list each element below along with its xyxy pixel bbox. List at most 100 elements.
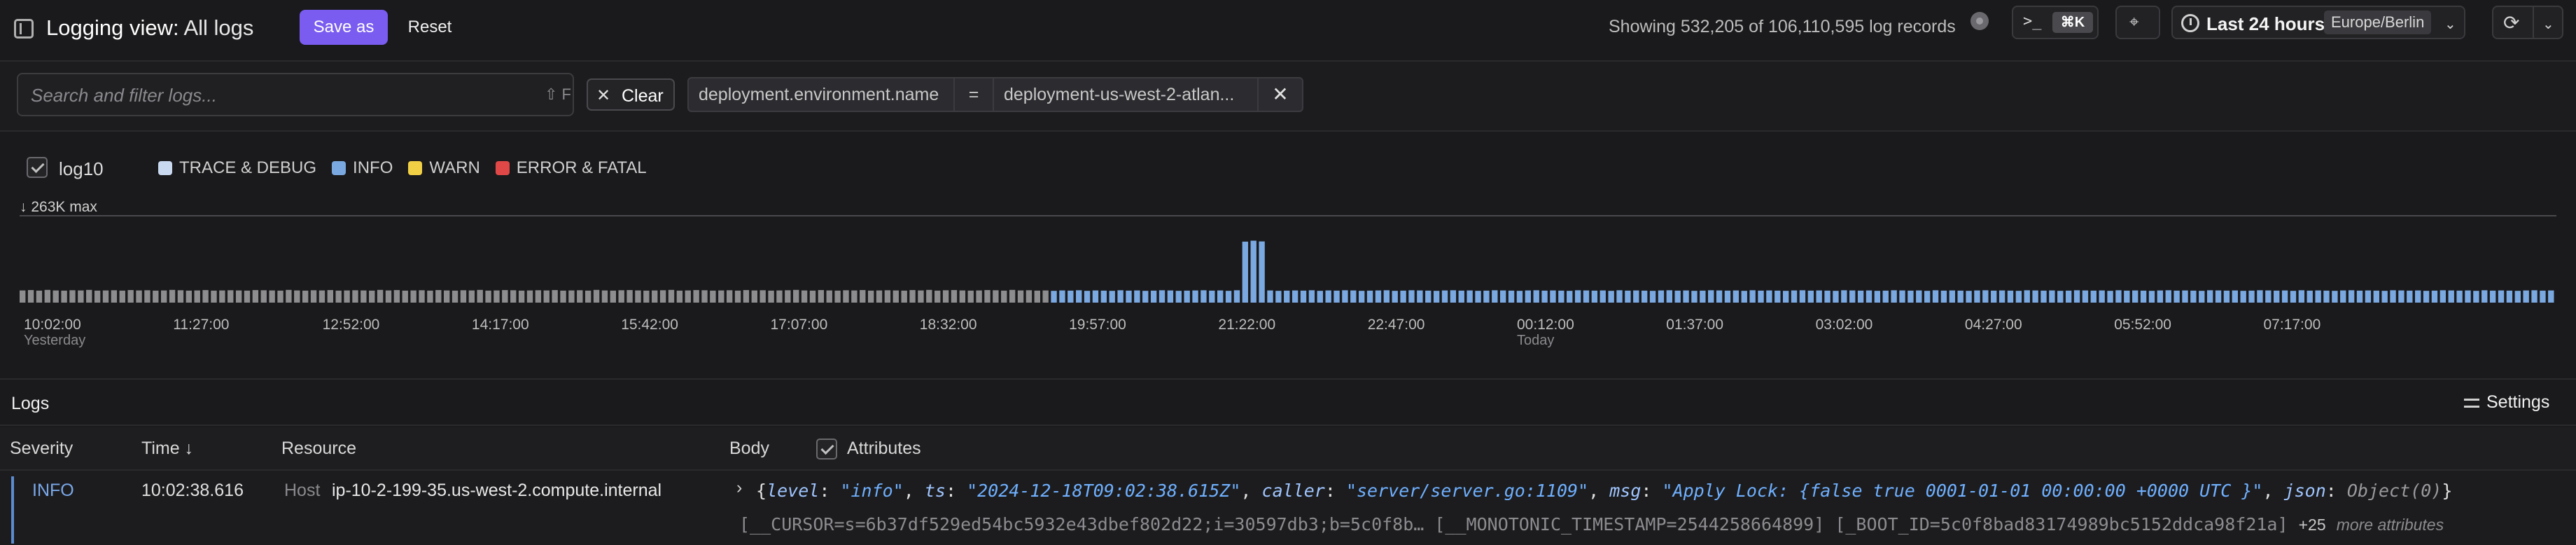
histogram-bar[interactable] (535, 290, 542, 303)
attributes-checkbox[interactable] (816, 439, 837, 460)
histogram-bar[interactable] (543, 290, 550, 303)
histogram-bar[interactable] (510, 290, 517, 303)
histogram-bar[interactable] (1700, 290, 1706, 303)
histogram-bar[interactable] (44, 289, 51, 303)
histogram-bar[interactable] (1292, 290, 1298, 303)
histogram-bar[interactable] (1683, 290, 1689, 303)
histogram-bar[interactable] (94, 290, 101, 303)
histogram-bar[interactable] (926, 289, 932, 303)
histogram-bar[interactable] (2065, 290, 2072, 303)
column-severity[interactable]: Severity (10, 439, 73, 459)
histogram-bar[interactable] (2057, 291, 2064, 303)
histogram-bar[interactable] (402, 290, 408, 303)
log10-checkbox[interactable] (27, 157, 48, 178)
histogram-bar[interactable] (2315, 290, 2321, 303)
histogram-bar[interactable] (1126, 290, 1132, 303)
histogram-bar[interactable] (1541, 290, 1548, 303)
histogram-bar[interactable] (1317, 291, 1323, 303)
histogram-bar[interactable] (277, 290, 284, 303)
histogram-bar[interactable] (1184, 290, 1190, 303)
histogram-bar[interactable] (2531, 290, 2538, 303)
histogram-bar[interactable] (918, 290, 924, 303)
histogram-bar[interactable] (194, 290, 200, 303)
histogram-bar[interactable] (1150, 290, 1157, 303)
histogram-bar[interactable] (1600, 290, 1606, 303)
histogram-bar[interactable] (1325, 290, 1331, 303)
histogram-bar[interactable] (1059, 290, 1065, 303)
histogram-bar[interactable] (2323, 290, 2330, 303)
histogram-bar[interactable] (2265, 290, 2272, 303)
histogram-bar[interactable] (1300, 290, 1307, 303)
histogram-bar[interactable] (1966, 291, 1972, 303)
histogram-bar[interactable] (1533, 290, 1539, 303)
histogram-bar[interactable] (584, 290, 592, 303)
histogram-bar[interactable] (1267, 290, 1273, 303)
histogram-bar[interactable] (2124, 290, 2130, 303)
histogram-bar[interactable] (1708, 290, 1714, 303)
histogram-bar[interactable] (2107, 291, 2113, 303)
histogram-bar[interactable] (1109, 291, 1115, 303)
filter-chip-key[interactable]: deployment.environment.name (687, 77, 955, 112)
histogram-bar[interactable] (860, 290, 866, 303)
histogram-bar[interactable] (352, 290, 358, 303)
histogram-bar[interactable] (2232, 290, 2238, 303)
histogram-bar[interactable] (2431, 290, 2438, 303)
histogram-bar[interactable] (260, 290, 267, 303)
histogram-bar[interactable] (1284, 290, 1290, 303)
histogram-bar[interactable] (1791, 290, 1798, 303)
histogram-bar[interactable] (235, 290, 242, 303)
histogram-bar[interactable] (1857, 290, 1864, 303)
histogram-bar[interactable] (1574, 290, 1581, 303)
histogram-bar[interactable] (302, 290, 309, 303)
histogram-bar[interactable] (1225, 291, 1232, 303)
histogram-bar[interactable] (1275, 291, 1282, 303)
histogram-bar[interactable] (1366, 290, 1373, 303)
histogram-bar[interactable] (1907, 290, 1914, 303)
histogram-bar[interactable] (2423, 291, 2430, 303)
histogram-bar[interactable] (119, 290, 125, 303)
histogram-bar[interactable] (1200, 290, 1207, 303)
histogram-bar[interactable] (1425, 290, 1432, 303)
histogram-bar[interactable] (909, 290, 916, 303)
histogram-bar[interactable] (1766, 290, 1772, 303)
histogram-bar[interactable] (2514, 291, 2521, 303)
histogram-bar[interactable] (1051, 291, 1057, 303)
histogram-bar[interactable] (2523, 290, 2529, 303)
histogram-bar[interactable] (153, 290, 159, 303)
histogram-bar[interactable] (2199, 291, 2205, 303)
histogram-bar[interactable] (2290, 291, 2297, 303)
histogram-bar[interactable] (20, 290, 26, 303)
settings-button[interactable]: Settings (2464, 392, 2549, 413)
histogram-bar[interactable] (1117, 290, 1124, 303)
histogram-bar[interactable] (942, 290, 949, 303)
histogram-bar[interactable] (1167, 290, 1174, 303)
histogram-bar[interactable] (1949, 290, 1955, 303)
histogram-bar[interactable] (876, 290, 883, 303)
command-palette-button[interactable]: >_ ⌘K (2012, 6, 2099, 39)
histogram-bar[interactable] (552, 290, 558, 303)
histogram-bar[interactable] (1991, 290, 1997, 303)
search-box[interactable]: ⇧ F (17, 73, 574, 116)
histogram-bar[interactable] (393, 290, 400, 303)
histogram-bar[interactable] (1841, 290, 1847, 303)
histogram-bar[interactable] (685, 290, 691, 303)
histogram-bar[interactable] (1782, 291, 1789, 303)
histogram-bar[interactable] (2073, 290, 2080, 303)
histogram-bar[interactable] (959, 290, 966, 303)
histogram-bar[interactable] (1441, 290, 1448, 303)
histogram-bar[interactable] (27, 290, 34, 303)
histogram-bar[interactable] (2489, 290, 2496, 303)
histogram-bar[interactable] (335, 290, 342, 303)
search-input[interactable] (31, 83, 479, 108)
histogram-bar[interactable] (86, 289, 92, 303)
histogram-bar[interactable] (760, 290, 766, 303)
histogram-bar[interactable] (360, 290, 367, 303)
histogram-bar[interactable] (1142, 291, 1149, 303)
histogram-bar[interactable] (1308, 290, 1315, 303)
histogram-bar[interactable] (1932, 290, 1939, 303)
histogram-bar[interactable] (1092, 290, 1099, 303)
histogram-bar[interactable] (2332, 291, 2338, 303)
histogram-bar[interactable] (435, 290, 442, 303)
histogram-bar[interactable] (2190, 290, 2197, 303)
histogram-bar[interactable] (668, 289, 675, 303)
